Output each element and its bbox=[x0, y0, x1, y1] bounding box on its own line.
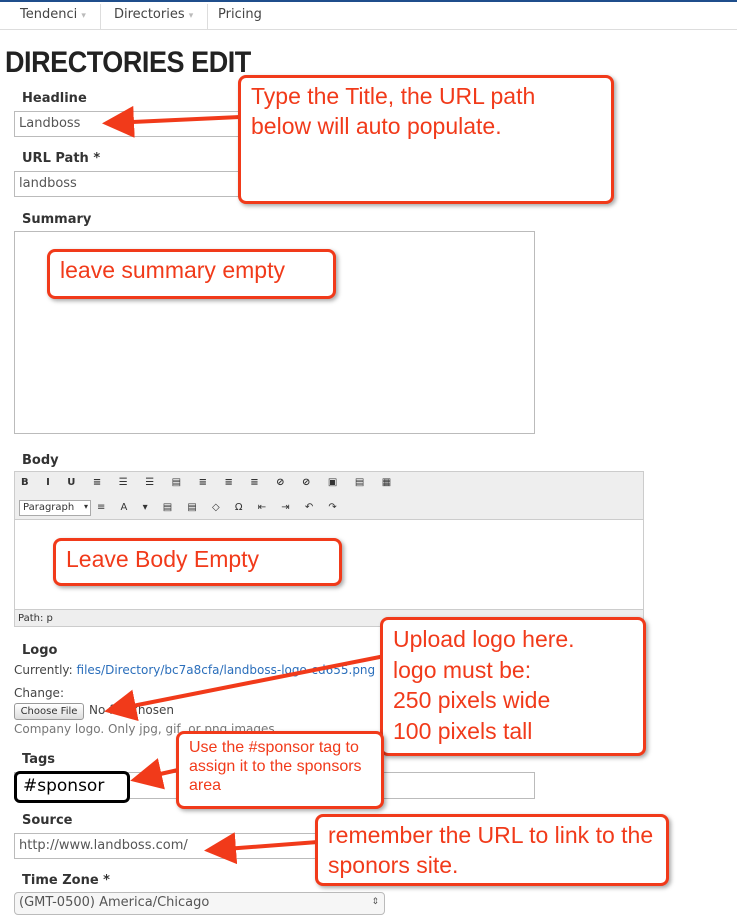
callout-logo-line: Upload logo here. bbox=[393, 626, 575, 652]
callout-source: remember the URL to link to the sponors … bbox=[315, 814, 669, 886]
callout-logo-line: logo must be: bbox=[393, 656, 532, 683]
arrow-logo bbox=[104, 653, 391, 722]
arrow-tags bbox=[130, 758, 179, 790]
callout-logo-line: 100 pixels tall bbox=[393, 717, 533, 744]
callout-logo: Upload logo here. logo must be: 250 pixe… bbox=[380, 617, 646, 756]
callout-logo-line: 250 pixels wide bbox=[393, 687, 551, 714]
callout-tags: Use the #sponsor tag to assign it to the… bbox=[176, 731, 384, 809]
callout-title: Type the Title, the URL path below will … bbox=[238, 75, 614, 204]
callout-body: Leave Body Empty bbox=[53, 538, 342, 586]
callout-summary: leave summary empty bbox=[47, 249, 336, 299]
arrow-source bbox=[204, 832, 319, 865]
arrow-headline bbox=[102, 105, 241, 138]
